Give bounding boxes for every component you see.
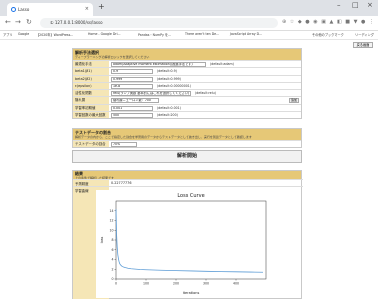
param-hint: (default:0.00000001) [157, 83, 192, 88]
bookmark-wordpress[interactable]: 【2020年】WordPress... [36, 32, 73, 37]
testdata-label: テストデータの割合 [73, 141, 109, 148]
url-text: ① 127.0.0.1:8000/ss/lasso [50, 20, 103, 25]
bookmark-apps[interactable]: アプリ [3, 32, 13, 37]
tab-title: Lasso [18, 7, 30, 12]
y-axis-label: loss [100, 236, 104, 243]
y-tick-label: 2 [111, 267, 113, 271]
chart-background [96, 190, 278, 298]
learning-rate-input[interactable]: 0.001 [111, 105, 153, 111]
beta1-input[interactable]: 0.9 [111, 69, 153, 75]
bookmark-js[interactable]: JavaScript Array D... [230, 32, 262, 36]
param-row: 学習回数の最大回数 500 (default:200) [73, 111, 301, 119]
param-hint: (default:relu) [195, 91, 216, 96]
close-window-icon[interactable]: × [367, 1, 373, 9]
browser-tab[interactable]: Lasso × [7, 3, 93, 16]
param-row: 最適化手法 adam(Adaptive moment estimation)(推… [73, 60, 301, 68]
add-layer-button[interactable]: 追加 [289, 98, 299, 104]
x-axis-label: iterations [183, 291, 200, 295]
param-row: 隠れ層 隠れ層ニューロン数：700 追加 [73, 96, 301, 104]
bookmarks-bar: アプリ Google 【2020年】WordPress... Home - Go… [0, 31, 378, 40]
page-content: 戻る画面 解析手法選択 ディープラーニングの解析ロジックを選択してください 最適… [0, 40, 378, 299]
param-row: ε(epsilon) 1e-8 (default:0.00000001) [73, 81, 301, 90]
x-tick-label: 200 [173, 282, 179, 286]
bookmark-reading[interactable]: リーディング [355, 32, 374, 37]
bookmark-drive[interactable]: Home - Google Dri... [88, 32, 121, 36]
x-tick-label: 100 [143, 282, 149, 286]
bookmark-other[interactable]: その他のブックマーク [312, 32, 344, 37]
reload-icon[interactable]: ↻ [26, 18, 32, 26]
close-tab-icon[interactable]: × [85, 3, 89, 16]
epsilon-input[interactable]: 1e-8 [111, 83, 153, 89]
bookmark-ten[interactable]: There aren't ten De... [185, 32, 219, 36]
y-tick-label: 8 [111, 238, 113, 242]
address-bar[interactable]: ① 127.0.0.1:8000/ss/lasso [40, 18, 278, 28]
testdata-header: テストデータの割合 解析データの内から、ここで指定した割合を学習用のデータからテ… [73, 129, 301, 140]
max-iter-input[interactable]: 500 [111, 113, 153, 119]
extension-icons[interactable]: ⊕ ☆ ◆ ● ◉ ▣ ▲ ◧ ■ ▼ ● ⋮ [282, 19, 375, 25]
address-toolbar: ← → ↻ ① 127.0.0.1:8000/ss/lasso ⊕ ☆ ◆ ● … [0, 16, 378, 31]
param-label: 学習回数の最大回数 [73, 112, 109, 119]
x-tick-label: 300 [203, 282, 209, 286]
globe-icon [11, 7, 16, 12]
beta2-input[interactable]: 0.999 [111, 76, 153, 82]
y-tick-label: 12 [109, 219, 113, 223]
hidden-layer-input[interactable]: 隠れ層ニューロン数：700 [111, 98, 159, 104]
params-subtitle: ディープラーニングの解析ロジックを選択してください [75, 55, 150, 59]
param-row: beta1(β1) 0.9 (default:0.9) [73, 67, 301, 75]
loss-curve-chart: Loss Curve 0 100 200 300 400 0 2 4 6 8 10 12 14 iter… [96, 190, 278, 298]
param-hint: (default:200) [157, 113, 178, 118]
bookmark-pandas[interactable]: Pandas・NumPy を... [138, 32, 171, 37]
param-hint: (default:0.999) [157, 76, 181, 81]
y-tick-label: 10 [109, 228, 113, 232]
testdata-row: テストデータの割合 70% [73, 140, 301, 148]
y-tick-label: 4 [111, 258, 113, 262]
run-analysis-button[interactable]: 解析開始 [72, 150, 302, 163]
params-section: 解析手法選択 ディープラーニングの解析ロジックを選択してください 最適化手法 a… [72, 48, 302, 120]
maximize-icon[interactable]: □ [352, 1, 359, 9]
param-hint: (default:adam) [210, 62, 234, 66]
param-row: beta2(β2) 0.999 (default:0.999) [73, 74, 301, 82]
param-row: 学習率初期値 0.001 (default:0.001) [73, 103, 301, 112]
y-tick-label: 0 [111, 277, 113, 281]
score-value: 0.22777776 [111, 181, 132, 185]
params-header: 解析手法選択 ディープラーニングの解析ロジックを選択してください [73, 49, 301, 60]
x-tick-label: 0 [115, 282, 117, 286]
param-hint: (default:0.9) [157, 69, 177, 74]
y-tick-label: 14 [109, 209, 113, 213]
testdata-select[interactable]: 70% [111, 142, 137, 147]
testdata-subtitle: 解析データの内から、ここで指定した割合を学習用のデータからテストデータとして抜き… [75, 135, 252, 139]
back-icon[interactable]: ← [5, 18, 11, 26]
minimize-icon[interactable]: – [337, 1, 341, 9]
return-button[interactable]: 戻る画面 [353, 42, 373, 48]
optimizer-select[interactable]: adam(Adaptive moment estimation)(推奨手法です) [111, 62, 206, 67]
param-row: 活性化関数 relu(ランプ関数 基本的にはこれを選択してください) (defa… [73, 89, 301, 97]
param-hint: (default:0.001) [157, 105, 181, 110]
tab-bar: Lasso × + – □ × [0, 0, 378, 16]
testdata-section: テストデータの割合 解析データの内から、ここで指定した割合を学習用のデータからテ… [72, 128, 302, 149]
score-row: 予測精度 0.22777776 [73, 179, 303, 186]
chart-title: Loss Curve [177, 193, 204, 199]
activation-select[interactable]: relu(ランプ関数 基本的にはこれを選択してください) [111, 91, 191, 97]
x-tick-label: 400 [233, 282, 239, 286]
y-tick-label: 6 [111, 248, 113, 252]
new-tab-icon[interactable]: + [98, 2, 105, 11]
forward-icon[interactable]: → [15, 18, 21, 26]
bookmark-google[interactable]: Google [18, 32, 29, 36]
result-header: 結果 上の条件で解析した結果です [73, 171, 301, 180]
